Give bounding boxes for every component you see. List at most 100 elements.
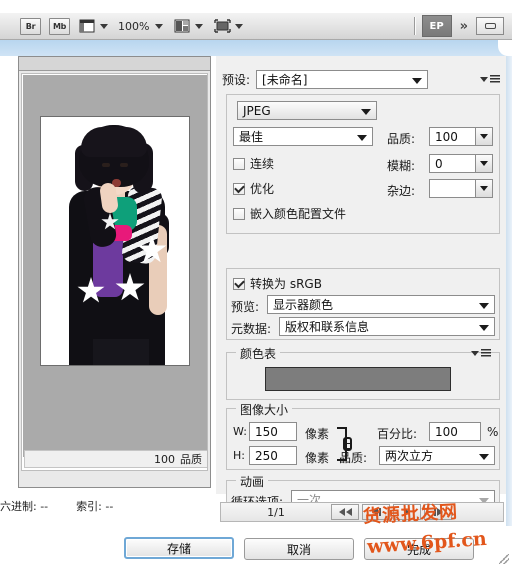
- zoom-group[interactable]: 100%: [118, 19, 164, 33]
- menu-lines-icon: [490, 75, 500, 84]
- minimize-icon: [484, 23, 496, 29]
- resample-quality-label: 品质:: [339, 451, 368, 465]
- step-forward-icon: [436, 508, 443, 516]
- zoom-chevron-down-icon[interactable]: [155, 23, 164, 29]
- view-layout-group[interactable]: [173, 18, 204, 34]
- color-table-swatch[interactable]: [265, 367, 451, 391]
- resample-quality-value: 两次立方: [385, 449, 434, 463]
- progressive-checkbox[interactable]: [233, 157, 245, 170]
- percent-unit: %: [487, 425, 499, 439]
- color-table-panel-menu-icon[interactable]: [471, 347, 491, 359]
- step-bar-icon: [433, 508, 436, 516]
- rewind-icon: [338, 508, 345, 516]
- view-layout-icon: [173, 18, 191, 34]
- height-input[interactable]: 250: [249, 446, 297, 465]
- preview-device-group[interactable]: [213, 18, 244, 34]
- cancel-button[interactable]: 取消: [244, 538, 354, 560]
- chevron-down-icon: [480, 186, 488, 191]
- minimize-button[interactable]: [476, 17, 504, 35]
- quality-stepper[interactable]: [475, 127, 493, 146]
- preset-panel-menu-icon[interactable]: [480, 74, 500, 86]
- screen-mode-group[interactable]: [78, 18, 108, 34]
- preview-info-bar: 100 品质: [24, 450, 207, 468]
- window-right-edge: [506, 56, 512, 526]
- triangle-icon: [471, 350, 479, 356]
- hex-readout: 六进制: --: [0, 500, 49, 513]
- matte-stepper[interactable]: [475, 179, 493, 198]
- blur-input[interactable]: 0: [429, 154, 493, 173]
- first-frame-button[interactable]: [331, 504, 359, 520]
- quality-label: 品质:: [387, 132, 416, 146]
- bridge-button[interactable]: Br: [20, 17, 41, 35]
- convert-srgb-checkbox-row[interactable]: 转换为 sRGB: [233, 275, 322, 292]
- embed-profile-checkbox-row[interactable]: 嵌入颜色配置文件: [233, 205, 346, 222]
- width-input[interactable]: 150: [249, 422, 297, 441]
- device-central-button[interactable]: Mb: [49, 17, 70, 35]
- preview-image[interactable]: [40, 116, 190, 366]
- quality-input[interactable]: 100: [429, 127, 493, 146]
- save-button[interactable]: 存储: [124, 537, 234, 559]
- top-toolbar: Br Mb 100% EP »: [0, 12, 512, 40]
- optimized-checkbox-row[interactable]: 优化: [233, 180, 274, 197]
- preset-label: 预设:: [222, 73, 251, 87]
- zoom-level-label: 100%: [118, 19, 150, 33]
- metadata-label: 元数据:: [231, 322, 272, 336]
- step-bar-icon: [378, 508, 381, 516]
- photo-eye-left: [102, 163, 110, 167]
- preview-value: 显示器颜色: [273, 298, 334, 312]
- done-button[interactable]: 完成: [364, 538, 474, 560]
- height-value: 250: [255, 448, 278, 463]
- photo-bangs: [81, 127, 147, 157]
- chevron-down-icon: [479, 324, 489, 331]
- format-settings-group: JPEG 最佳 品质: 100 连续 模糊: 0 优化 杂边: 嵌入颜色配置文件: [226, 94, 500, 234]
- resample-quality-select[interactable]: 两次立方: [379, 446, 495, 465]
- animation-playback-bar: 1/1: [220, 502, 504, 522]
- progressive-checkbox-row[interactable]: 连续: [233, 155, 274, 172]
- preview-canvas[interactable]: 100 品质: [21, 73, 208, 471]
- preview-tabstrip[interactable]: [19, 57, 210, 71]
- play-button[interactable]: [393, 504, 421, 520]
- chevron-down-icon: [412, 77, 423, 84]
- preview-device-chevron-down-icon[interactable]: [235, 23, 244, 29]
- photo-legs: [93, 339, 149, 365]
- previous-frame-button[interactable]: [362, 504, 390, 520]
- preset-select[interactable]: [未命名]: [256, 70, 429, 89]
- resize-grip[interactable]: [499, 554, 509, 564]
- triangle-icon: [480, 77, 488, 82]
- width-value: 150: [255, 424, 278, 439]
- convert-srgb-label: 转换为 sRGB: [250, 277, 322, 291]
- progressive-label: 连续: [250, 157, 275, 171]
- embed-profile-checkbox[interactable]: [233, 207, 245, 220]
- workspace-button[interactable]: EP: [421, 15, 452, 37]
- animation-title: 动画: [236, 473, 269, 490]
- matte-input[interactable]: [429, 179, 493, 198]
- view-layout-chevron-down-icon[interactable]: [195, 23, 204, 29]
- chevron-down-icon: [480, 134, 488, 139]
- preview-label: 预览:: [231, 300, 260, 314]
- status-bar: 六进制: -- 索引: --: [0, 495, 212, 517]
- chevron-down-icon: [479, 453, 489, 460]
- metadata-select[interactable]: 版权和联系信息: [279, 317, 495, 336]
- blur-stepper[interactable]: [475, 154, 493, 173]
- preview-quality-value: 100: [154, 452, 175, 466]
- optimized-checkbox[interactable]: [233, 182, 245, 195]
- preview-select[interactable]: 显示器颜色: [267, 295, 495, 314]
- chevron-down-icon: [479, 302, 489, 309]
- screen-mode-icon: [78, 18, 96, 34]
- width-unit: 像素: [305, 427, 330, 441]
- matte-label: 杂边:: [387, 184, 416, 198]
- format-select[interactable]: JPEG: [237, 101, 377, 120]
- window-chrome-strip: [0, 40, 512, 56]
- preview-quality-label: 品质: [180, 453, 202, 466]
- percent-input[interactable]: 100: [429, 422, 481, 441]
- convert-srgb-checkbox[interactable]: [233, 277, 245, 290]
- quality-preset-select[interactable]: 最佳: [233, 127, 373, 146]
- next-frame-button[interactable]: [424, 504, 452, 520]
- width-label: W:: [233, 425, 247, 438]
- quality-preset-value: 最佳: [239, 130, 264, 144]
- toolbar-overflow-button[interactable]: »: [460, 19, 468, 34]
- preset-value: [未命名]: [262, 73, 308, 87]
- step-back-icon: [371, 508, 378, 516]
- screen-mode-chevron-down-icon[interactable]: [100, 23, 108, 29]
- quality-value: 100: [435, 129, 458, 144]
